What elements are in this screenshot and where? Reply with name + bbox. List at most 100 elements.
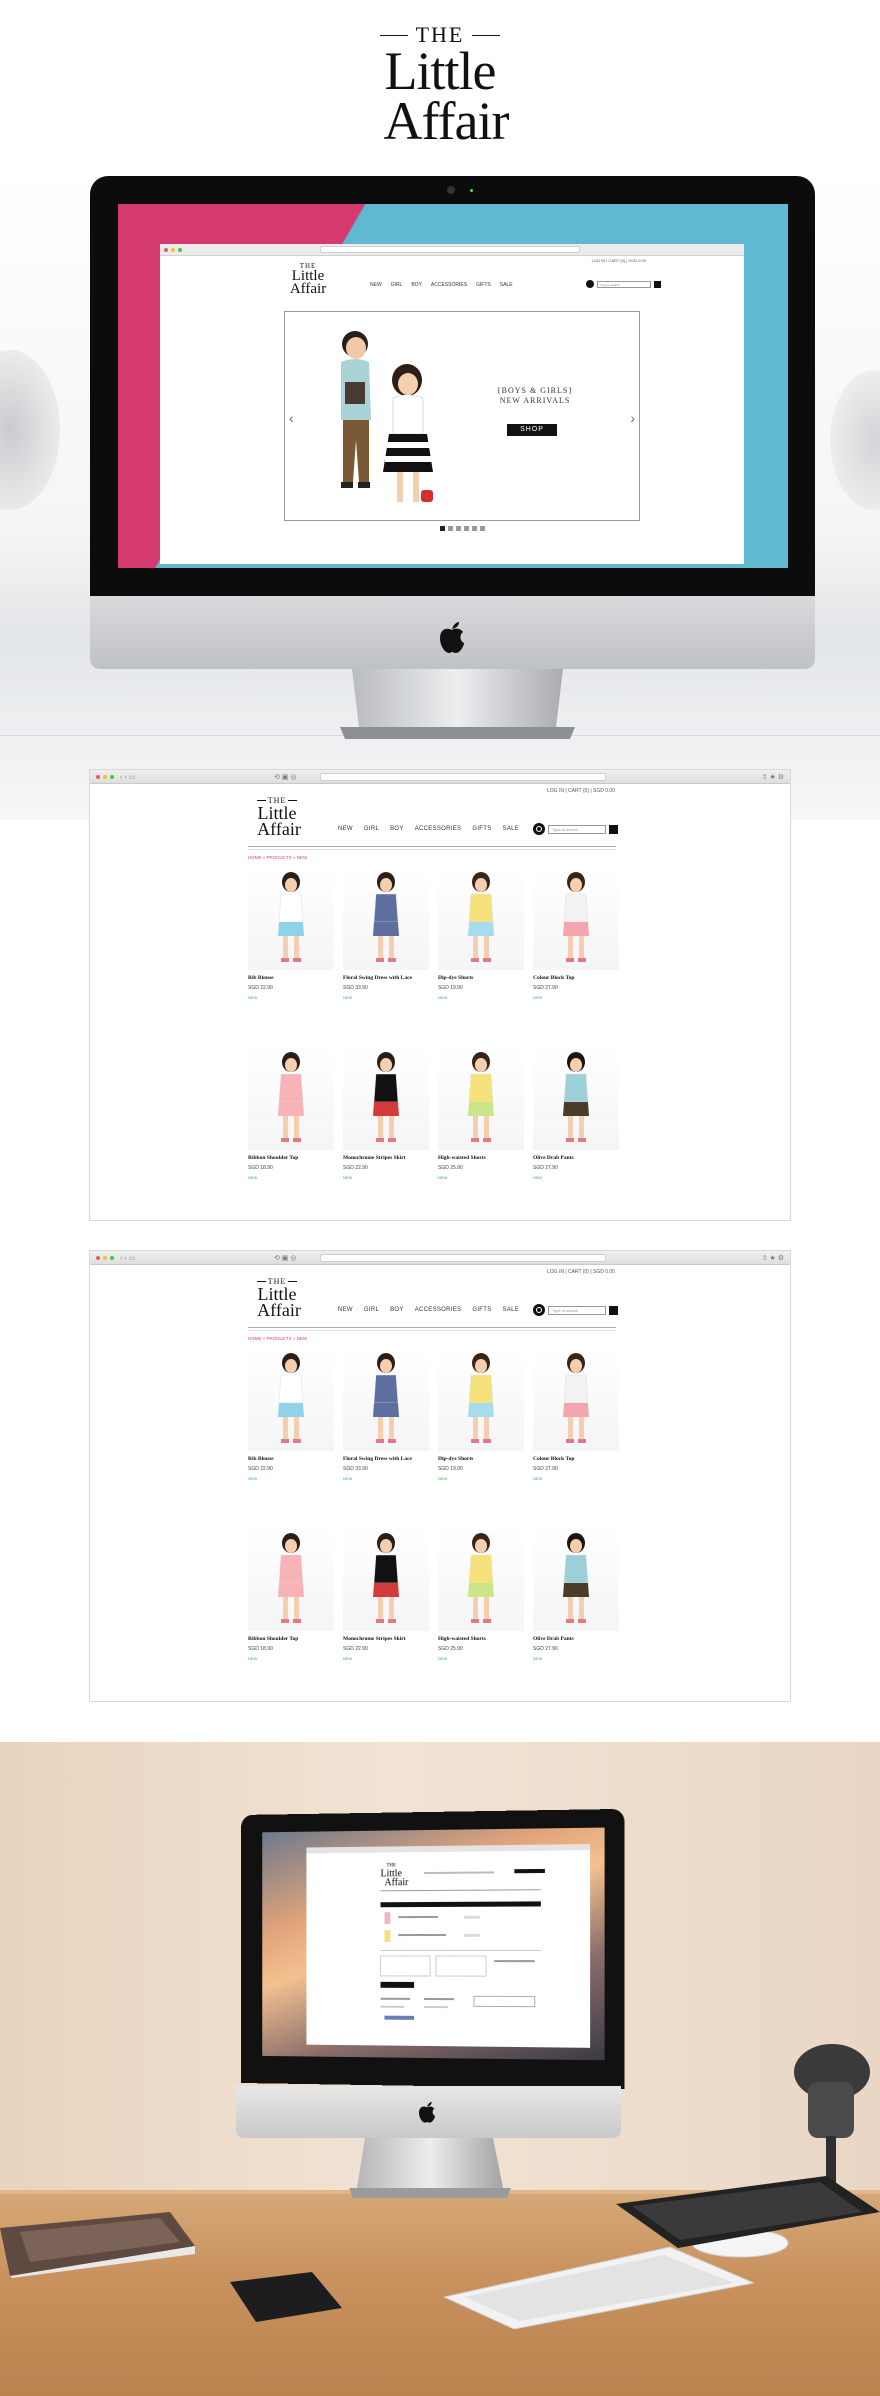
nav-boy[interactable]: BOY [411, 282, 422, 288]
nav-girl[interactable]: GIRL [364, 826, 379, 832]
pager-dot[interactable] [472, 526, 477, 531]
product-card[interactable]: Ribbon Shoulder Top SGD 18.90 NEW [248, 1527, 334, 1661]
nav-new[interactable]: NEW [370, 282, 382, 288]
product-card[interactable]: Rib Blouse SGD 22.90 NEW [248, 866, 334, 1000]
product-card[interactable]: High-waisted Shorts SGD 25.90 NEW [438, 1527, 524, 1661]
nav-boy[interactable]: BOY [390, 826, 404, 832]
address-bar[interactable] [320, 246, 580, 253]
product-image[interactable] [438, 866, 524, 970]
product-name[interactable]: Olive Drab Pants [533, 1155, 619, 1161]
nav-boy[interactable]: BOY [390, 1307, 404, 1313]
nav-new[interactable]: NEW [338, 1307, 353, 1313]
back-forward-icon[interactable]: ‹ › ▭ [120, 773, 135, 781]
breadcrumb[interactable]: HOME » PRODUCTS » NEW [248, 855, 307, 860]
product-image[interactable] [248, 1527, 334, 1631]
nav-girl[interactable]: GIRL [364, 1307, 379, 1313]
search-dropdown-button[interactable] [609, 1305, 618, 1315]
toolbar-right-icons[interactable]: ⇧ ★ ⚙ [762, 1254, 784, 1262]
search-input[interactable]: Type to search [597, 280, 651, 288]
product-card[interactable]: Colour Block Top SGD 27.90 NEW [533, 866, 619, 1000]
nav-gifts[interactable]: GIFTS [472, 826, 491, 832]
product-card[interactable]: Ribbon Shoulder Top SGD 18.90 NEW [248, 1046, 334, 1180]
nav-accessories[interactable]: ACCESSORIES [415, 1307, 462, 1313]
product-image[interactable] [533, 866, 619, 970]
product-card[interactable]: Floral Swing Dress with Lace SGD 33.90 NEW [343, 1347, 429, 1481]
pager-dot[interactable] [464, 526, 469, 531]
nav-sale[interactable]: SALE [503, 1307, 520, 1313]
product-image[interactable] [343, 866, 429, 970]
pager-dot[interactable] [456, 526, 461, 531]
account-links[interactable]: LOG IN | CART (0) | SGD 0.00 [592, 258, 646, 263]
product-card[interactable]: Monochrome Stripes Skirt SGD 22.90 NEW [343, 1527, 429, 1661]
site-logo[interactable]: THE Little Affair [250, 796, 304, 838]
back-forward-icon[interactable]: ‹ › ▭ [120, 1254, 135, 1262]
product-card[interactable]: Colour Block Top SGD 27.90 NEW [533, 1347, 619, 1481]
product-name[interactable]: Colour Block Top [533, 1456, 619, 1462]
product-name[interactable]: Ribbon Shoulder Top [248, 1636, 334, 1642]
product-name[interactable]: High-waisted Shorts [438, 1636, 524, 1642]
site-logo[interactable]: THE Little Affair [284, 262, 332, 297]
product-name[interactable]: Rib Blouse [248, 1456, 334, 1462]
product-image[interactable] [438, 1347, 524, 1451]
nav-girl[interactable]: GIRL [391, 282, 403, 288]
product-card[interactable]: Rib Blouse SGD 22.90 NEW [248, 1347, 334, 1481]
search-input[interactable]: Type to search [548, 824, 606, 834]
product-name[interactable]: Ribbon Shoulder Top [248, 1155, 334, 1161]
nav-sale[interactable]: SALE [500, 282, 513, 288]
product-image[interactable] [438, 1046, 524, 1150]
window-controls[interactable] [96, 1256, 114, 1260]
product-name[interactable]: Floral Swing Dress with Lace [343, 975, 429, 981]
pager-dot[interactable] [440, 526, 445, 531]
product-name[interactable]: Monochrome Stripes Skirt [343, 1155, 429, 1161]
product-image[interactable] [438, 1527, 524, 1631]
toolbar-right-icons[interactable]: ⇧ ★ ⚙ [762, 773, 784, 781]
product-name[interactable]: High-waisted Shorts [438, 1155, 524, 1161]
pager-dot[interactable] [448, 526, 453, 531]
pager-dot[interactable] [480, 526, 485, 531]
product-image[interactable] [343, 1046, 429, 1150]
product-image[interactable] [248, 1046, 334, 1150]
search-dropdown-button[interactable] [654, 280, 661, 288]
product-name[interactable]: Olive Drab Pants [533, 1636, 619, 1642]
product-name[interactable]: Dip-dye Shorts [438, 1456, 524, 1462]
window-controls[interactable] [164, 248, 182, 252]
chevron-left-icon[interactable]: ‹ [289, 410, 294, 426]
account-links[interactable]: LOG IN | CART (0) | SGD 0.00 [547, 788, 615, 794]
product-name[interactable]: Dip-dye Shorts [438, 975, 524, 981]
product-name[interactable]: Rib Blouse [248, 975, 334, 981]
account-links[interactable]: LOG IN | CART (0) | SGD 0.00 [547, 1269, 615, 1275]
address-bar[interactable] [320, 1254, 606, 1262]
nav-accessories[interactable]: ACCESSORIES [415, 826, 462, 832]
product-image[interactable] [533, 1527, 619, 1631]
toolbar-icons[interactable]: ⟲ ▣ ◎ [274, 1254, 296, 1262]
product-card[interactable]: Olive Drab Pants SGD 27.90 NEW [533, 1527, 619, 1661]
search-icon[interactable] [533, 823, 545, 835]
product-image[interactable] [533, 1046, 619, 1150]
search-dropdown-button[interactable] [609, 824, 618, 834]
site-logo[interactable]: THE Little Affair [250, 1277, 304, 1319]
product-card[interactable]: Dip-dye Shorts SGD 19.90 NEW [438, 866, 524, 1000]
chevron-right-icon[interactable]: › [630, 410, 635, 426]
breadcrumb[interactable]: HOME » PRODUCTS » NEW [248, 1336, 307, 1341]
nav-new[interactable]: NEW [338, 826, 353, 832]
product-name[interactable]: Floral Swing Dress with Lace [343, 1456, 429, 1462]
product-image[interactable] [343, 1527, 429, 1631]
nav-accessories[interactable]: ACCESSORIES [431, 282, 467, 288]
search-icon[interactable] [586, 280, 594, 288]
product-card[interactable]: Olive Drab Pants SGD 27.90 NEW [533, 1046, 619, 1180]
nav-gifts[interactable]: GIFTS [472, 1307, 491, 1313]
product-card[interactable]: Floral Swing Dress with Lace SGD 33.90 NEW [343, 866, 429, 1000]
product-image[interactable] [533, 1347, 619, 1451]
window-controls[interactable] [96, 775, 114, 779]
product-image[interactable] [248, 1347, 334, 1451]
search-input[interactable]: Type to search [548, 1305, 606, 1315]
product-image[interactable] [343, 1347, 429, 1451]
product-name[interactable]: Monochrome Stripes Skirt [343, 1636, 429, 1642]
shop-button[interactable]: SHOP [507, 424, 557, 436]
nav-gifts[interactable]: GIFTS [476, 282, 491, 288]
nav-sale[interactable]: SALE [503, 826, 520, 832]
toolbar-icons[interactable]: ⟲ ▣ ◎ [274, 773, 296, 781]
product-image[interactable] [248, 866, 334, 970]
product-card[interactable]: High-waisted Shorts SGD 25.90 NEW [438, 1046, 524, 1180]
search-icon[interactable] [533, 1304, 545, 1316]
